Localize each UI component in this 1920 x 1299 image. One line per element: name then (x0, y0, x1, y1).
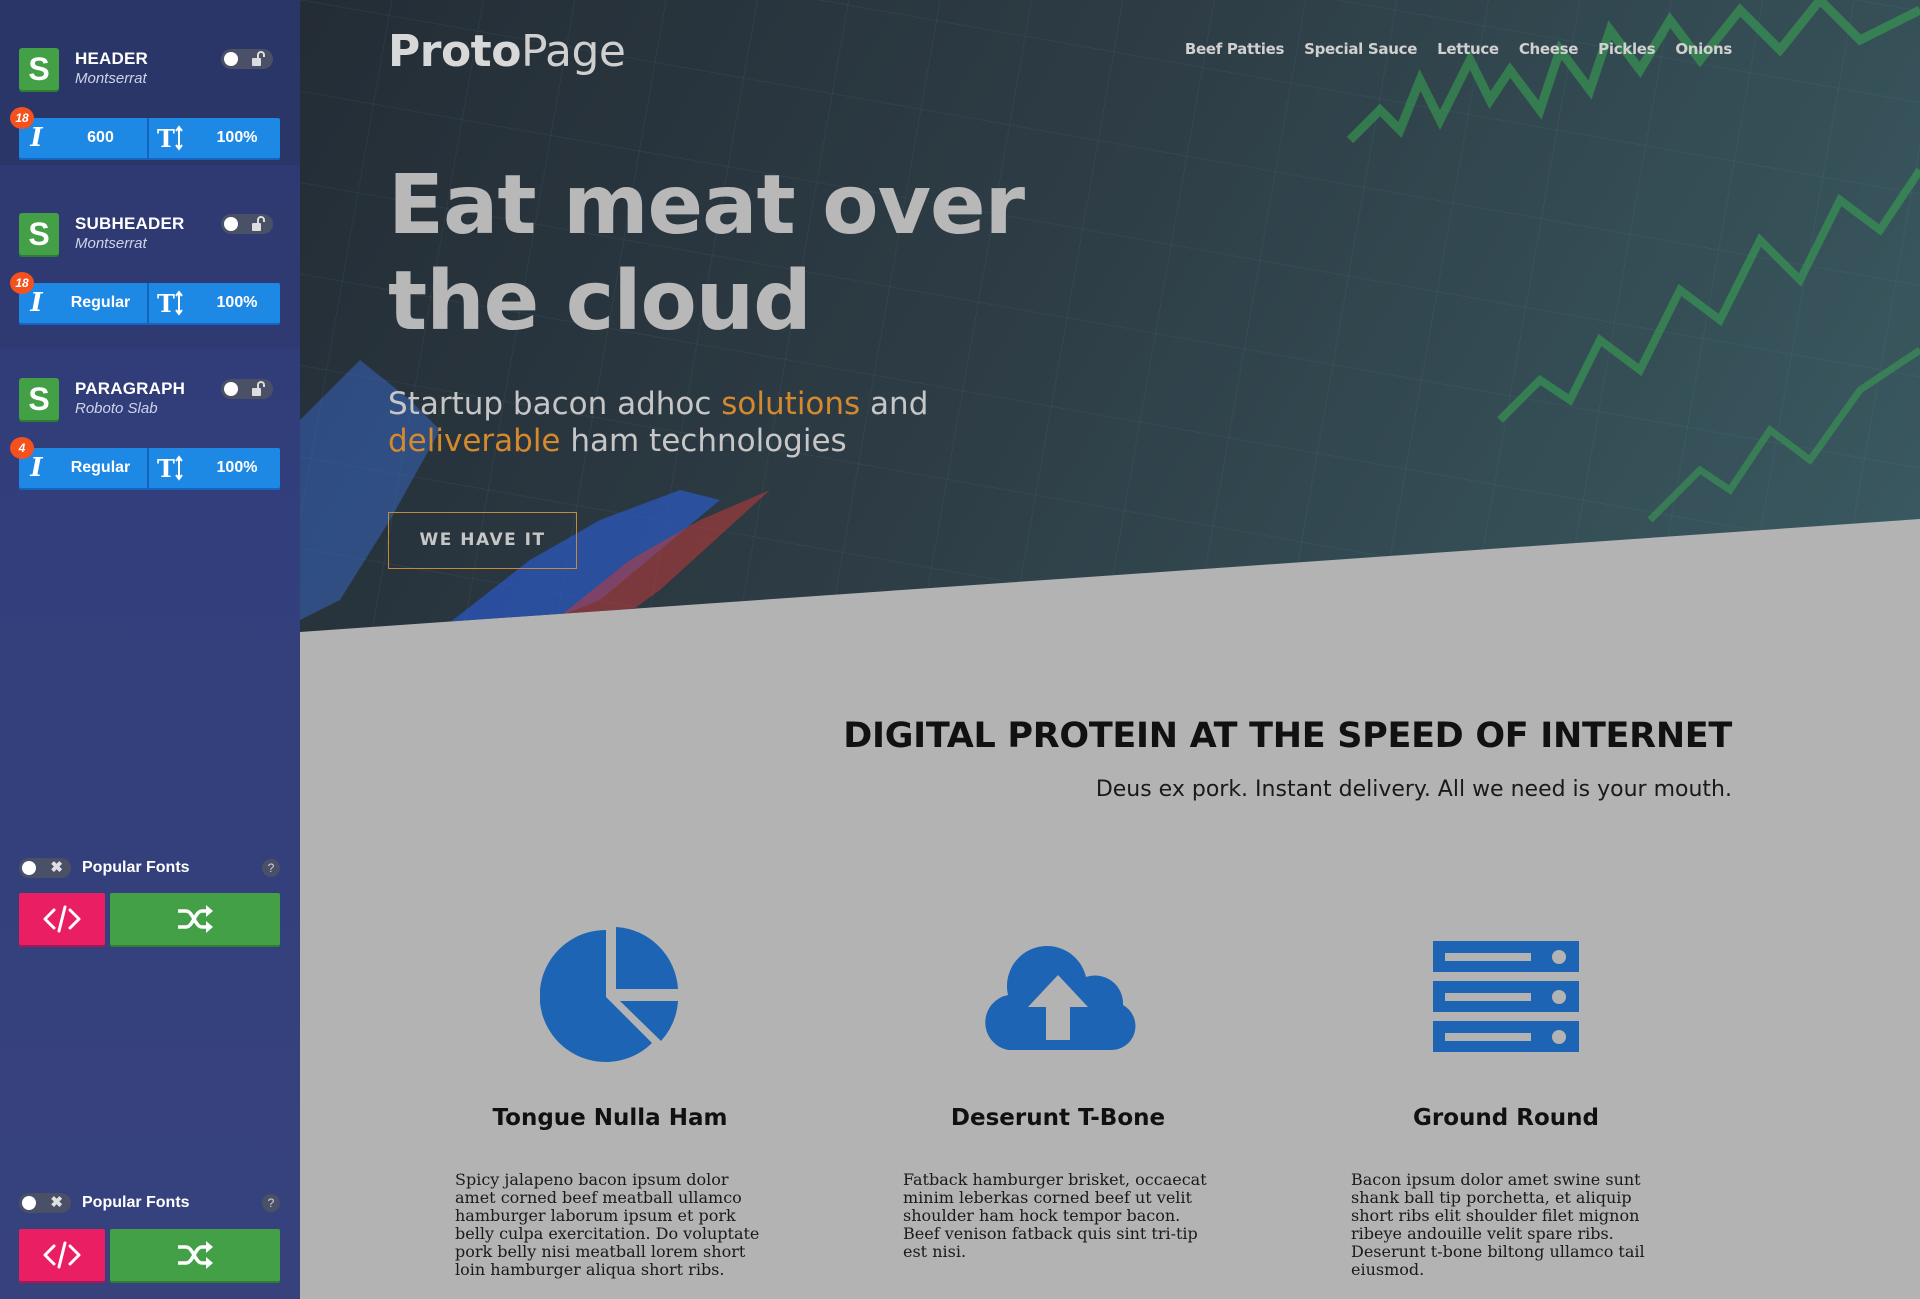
font-source-logo-icon: S (19, 378, 59, 420)
font-count-badge: 18 (10, 272, 34, 294)
font-sidebar: × S HEADER Montserrat 18 I 600 T 100% S … (0, 0, 300, 1299)
code-icon (43, 905, 81, 933)
brand-light-text: Page (520, 26, 626, 77)
hero-subtitle-text: Startup bacon adhoc (388, 386, 722, 422)
lock-toggle[interactable] (221, 214, 273, 234)
nav-link[interactable]: Pickles (1598, 40, 1655, 58)
font-block-paragraph: S PARAGRAPH Roboto Slab 4 I Regular T 10… (0, 348, 300, 513)
font-size-value[interactable]: 100% (194, 448, 280, 488)
nav-link[interactable]: Beef Patties (1185, 40, 1285, 58)
font-weight-select[interactable]: Regular (54, 448, 149, 488)
close-icon: ✖ (50, 859, 63, 876)
unlock-icon (252, 381, 265, 396)
font-size-value[interactable]: 100% (194, 118, 280, 158)
font-size-value[interactable]: 100% (194, 283, 280, 323)
cloud-upload-icon (985, 945, 1136, 1051)
font-source-logo-icon: S (19, 48, 59, 90)
feature-card: Deserunt T-Bone Fatback hamburger briske… (893, 925, 1223, 1261)
feature-text: Spicy jalapeno bacon ipsum dolor amet co… (455, 1170, 760, 1279)
font-source-logo-icon: S (19, 213, 59, 255)
section-title: DIGITAL PROTEIN AT THE SPEED OF INTERNET (843, 716, 1732, 756)
svg-text:T: T (157, 290, 175, 316)
hero-subtitle: Startup bacon adhoc solutions and delive… (388, 386, 1088, 460)
popular-fonts-label: Popular Fonts (82, 1194, 190, 1211)
toggle-knob (22, 861, 36, 875)
font-controls: I Regular T 100% (19, 448, 280, 488)
font-family-name: Montserrat (75, 235, 147, 252)
font-weight-select[interactable]: Regular (54, 283, 149, 323)
popular-fonts-toggle[interactable]: ✖ (19, 858, 71, 878)
server-icon (1433, 941, 1579, 1052)
font-controls: I 600 T 100% (19, 118, 280, 158)
popular-fonts-row: ✖ Popular Fonts ? (19, 855, 280, 881)
toggle-knob (224, 382, 238, 396)
pie-chart-icon (540, 927, 678, 1062)
svg-text:T: T (157, 455, 175, 481)
hero-subtitle-text: ham technologies (560, 423, 847, 459)
popular-fonts-label: Popular Fonts (82, 859, 190, 876)
help-icon[interactable]: ? (262, 1194, 280, 1212)
popular-fonts-row: ✖ Popular Fonts ? (19, 1190, 280, 1216)
font-block-subheader: S SUBHEADER Montserrat 18 I Regular T 10… (0, 183, 300, 348)
toggle-knob (224, 217, 238, 231)
hero-title: Eat meat over the cloud (388, 158, 1025, 349)
hero-subtitle-highlight: deliverable (388, 423, 561, 459)
action-buttons (19, 893, 280, 945)
hero-subtitle-text: and (860, 386, 929, 422)
shuffle-icon (178, 1241, 213, 1269)
shuffle-button[interactable] (110, 1229, 280, 1281)
section-subtitle: Deus ex pork. Instant delivery. All we n… (1095, 777, 1732, 802)
feature-card: Ground Round Bacon ipsum dolor amet swin… (1341, 925, 1671, 1279)
brand-bold-text: Proto (388, 26, 521, 77)
brand-logo[interactable]: ProtoPage (388, 26, 626, 77)
font-block-header: S HEADER Montserrat 18 I 600 T 100% (0, 0, 300, 165)
unlock-icon (252, 216, 265, 231)
close-icon: ✖ (50, 1194, 63, 1211)
code-icon (43, 1241, 81, 1269)
font-family-name: Roboto Slab (75, 400, 158, 417)
hero-cta-button[interactable]: WE HAVE IT (388, 512, 577, 569)
shuffle-icon (178, 905, 213, 933)
nav-link[interactable]: Cheese (1519, 40, 1579, 58)
svg-text:T: T (157, 125, 175, 151)
font-controls: I Regular T 100% (19, 283, 280, 323)
popular-fonts-toggle[interactable]: ✖ (19, 1193, 71, 1213)
nav-link[interactable]: Onions (1675, 40, 1732, 58)
text-size-icon[interactable]: T (149, 283, 194, 323)
text-size-icon[interactable]: T (149, 118, 194, 158)
font-weight-select[interactable]: 600 (54, 118, 149, 158)
feature-title: Ground Round (1413, 1105, 1599, 1131)
font-count-badge: 18 (10, 107, 34, 129)
hero-section: ProtoPage Beef Patties Special Sauce Let… (300, 0, 1920, 632)
nav-link[interactable]: Lettuce (1437, 40, 1499, 58)
code-button[interactable] (19, 1229, 105, 1281)
toggle-knob (224, 52, 238, 66)
font-role-label: HEADER (75, 49, 148, 68)
font-role-label: PARAGRAPH (75, 379, 186, 398)
top-nav: Beef Patties Special Sauce Lettuce Chees… (1185, 40, 1732, 58)
toggle-knob (22, 1196, 36, 1210)
lock-toggle[interactable] (221, 49, 273, 69)
feature-title: Tongue Nulla Ham (492, 1105, 728, 1131)
action-buttons (19, 1229, 280, 1281)
feature-card: Tongue Nulla Ham Spicy jalapeno bacon ip… (445, 925, 775, 1279)
page-preview: ProtoPage Beef Patties Special Sauce Let… (300, 0, 1920, 1299)
shuffle-button[interactable] (110, 893, 280, 945)
font-count-badge: 4 (10, 437, 34, 459)
font-role-label: SUBHEADER (75, 214, 185, 233)
code-button[interactable] (19, 893, 105, 945)
feature-text: Bacon ipsum dolor amet swine sunt shank … (1351, 1170, 1645, 1279)
lock-toggle[interactable] (221, 379, 273, 399)
nav-link[interactable]: Special Sauce (1304, 40, 1417, 58)
feature-text: Fatback hamburger brisket, occaecat mini… (903, 1170, 1207, 1261)
font-family-name: Montserrat (75, 70, 147, 87)
hero-subtitle-highlight: solutions (721, 386, 861, 422)
text-size-icon[interactable]: T (149, 448, 194, 488)
help-icon[interactable]: ? (262, 859, 280, 877)
unlock-icon (252, 51, 265, 66)
feature-title: Deserunt T-Bone (950, 1105, 1166, 1131)
